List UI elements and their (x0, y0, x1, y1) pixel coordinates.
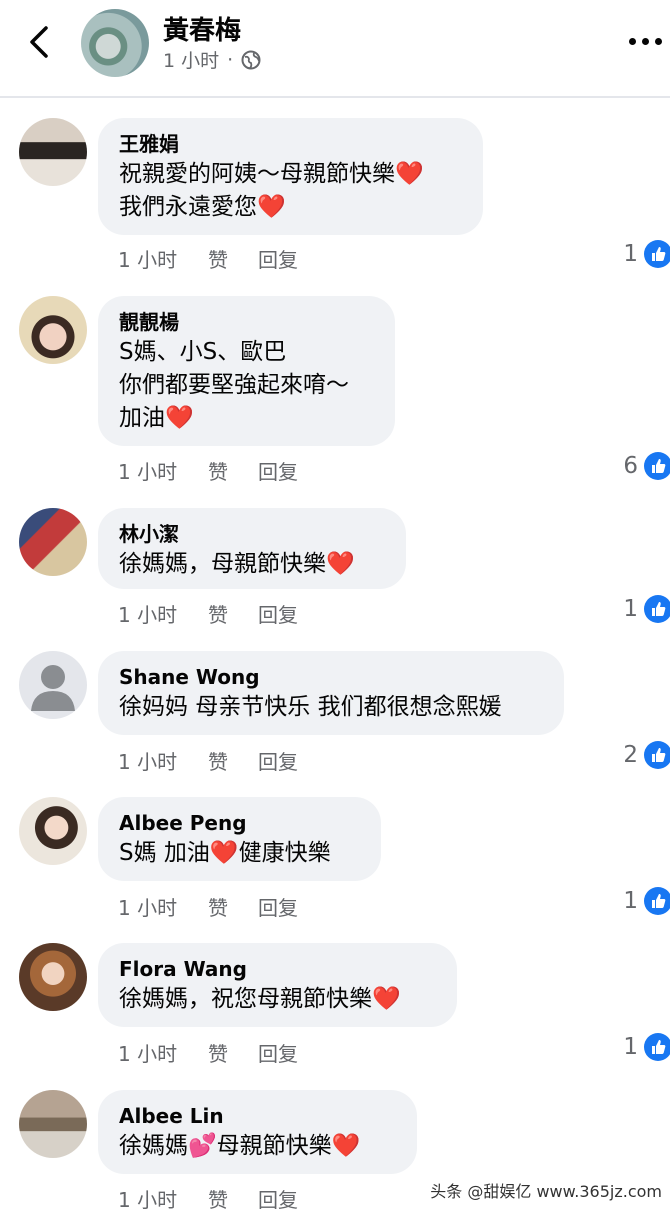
like-button[interactable]: 赞 (208, 1184, 258, 1213)
comment-author[interactable]: 靚靚楊 (119, 308, 374, 336)
reaction-count[interactable]: 1 (623, 595, 670, 623)
reply-button[interactable]: 回复 (258, 1038, 298, 1067)
comment-author[interactable]: Flora Wang (119, 955, 436, 983)
avatar[interactable] (19, 1090, 87, 1158)
comment-actions: 1 小时 赞 回复 (118, 892, 298, 921)
comment-bubble: Albee Lin 徐媽媽💕母親節快樂❤️ (98, 1090, 417, 1174)
reaction-number: 1 (623, 241, 638, 267)
comment-text: 徐媽媽，祝您母親節快樂 (119, 986, 372, 1012)
heart-icon: ❤️ (326, 551, 355, 577)
comment-text: 母親節快樂 (216, 1133, 332, 1159)
thumbs-up-icon (644, 1033, 670, 1061)
thumbs-up-icon (644, 741, 670, 769)
heart-icon: ❤️ (165, 405, 194, 431)
reply-button[interactable]: 回复 (258, 1184, 298, 1213)
avatar[interactable] (19, 797, 87, 865)
like-button[interactable]: 赞 (208, 1038, 258, 1067)
separator: · (227, 48, 234, 71)
reaction-number: 6 (623, 453, 638, 479)
comment-time: 1 小时 (118, 896, 178, 920)
comment-text: 健康快樂 (238, 840, 331, 866)
comment-actions: 1 小时 赞 回复 (118, 456, 298, 485)
avatar[interactable] (19, 651, 87, 719)
thumbs-up-icon (644, 240, 670, 268)
thumbs-up-icon (644, 887, 670, 915)
comment-time: 1 小时 (118, 750, 178, 774)
reaction-number: 1 (623, 888, 638, 914)
reaction-count[interactable]: 2 (623, 741, 670, 769)
post-header: 黃春梅 1 小时 · (0, 0, 670, 98)
post-meta: 1 小时 · (163, 46, 261, 73)
reaction-count[interactable]: 1 (623, 1033, 670, 1061)
comment-text: 加油 (119, 405, 165, 431)
hearts-icon: 💕 (188, 1133, 217, 1159)
heart-icon: ❤️ (331, 1133, 361, 1159)
reaction-count[interactable]: 1 (623, 240, 670, 268)
thumbs-up-icon (644, 452, 670, 480)
like-button[interactable]: 赞 (208, 244, 258, 273)
comment-actions: 1 小时 赞 回复 (118, 746, 298, 775)
globe-icon (241, 50, 261, 69)
avatar[interactable] (19, 296, 87, 364)
comment-text: 徐媽媽 (119, 1133, 188, 1159)
comment-bubble: Albee Peng S媽 加油❤️健康快樂 (98, 797, 381, 881)
comment-author[interactable]: Shane Wong (119, 663, 543, 691)
reply-button[interactable]: 回复 (258, 599, 298, 628)
comment-bubble: Shane Wong 徐妈妈 母亲节快乐 我们都很想念熙媛 (98, 651, 564, 735)
comment-time: 1 小时 (118, 460, 178, 484)
comment-author[interactable]: Albee Lin (119, 1102, 396, 1130)
avatar[interactable] (19, 118, 87, 186)
reaction-count[interactable]: 6 (623, 452, 670, 480)
comment-text: 祝親愛的阿姨～母親節快樂 (119, 161, 395, 187)
comment-text: S媽 加油 (119, 840, 210, 866)
watermark: 头条 @甜娱亿 www.365jz.com (426, 1177, 666, 1203)
thumbs-up-icon (644, 595, 670, 623)
comment-actions: 1 小时 赞 回复 (118, 1038, 298, 1067)
like-button[interactable]: 赞 (208, 746, 258, 775)
comment-bubble: 王雅娟 祝親愛的阿姨～母親節快樂❤️ 我們永遠愛您❤️ (98, 118, 483, 235)
avatar[interactable] (19, 943, 87, 1011)
page-title[interactable]: 黃春梅 (163, 10, 241, 47)
comment-time: 1 小时 (118, 1188, 178, 1212)
more-icon[interactable] (629, 38, 662, 45)
reaction-count[interactable]: 1 (623, 887, 670, 915)
comment-time: 1 小时 (118, 248, 178, 272)
heart-icon: ❤️ (257, 194, 286, 220)
like-button[interactable]: 赞 (208, 456, 258, 485)
comment-author[interactable]: 王雅娟 (119, 130, 462, 158)
comment-actions: 1 小时 赞 回复 (118, 1184, 298, 1213)
default-avatar-icon (31, 665, 75, 711)
reply-button[interactable]: 回复 (258, 244, 298, 273)
comment-text: 徐媽媽，母親節快樂 (119, 551, 326, 577)
comment-actions: 1 小时 赞 回复 (118, 599, 298, 628)
reaction-number: 2 (623, 742, 638, 768)
comment-bubble: Flora Wang 徐媽媽，祝您母親節快樂❤️ (98, 943, 457, 1027)
reaction-number: 1 (623, 1034, 638, 1060)
avatar[interactable] (19, 508, 87, 576)
comment-text: S媽、小S、歐巴 (119, 339, 287, 365)
post-time: 1 小时 (163, 50, 220, 72)
comment-text: 你們都要堅強起來唷～ (119, 372, 349, 398)
like-button[interactable]: 赞 (208, 599, 258, 628)
comment-time: 1 小时 (118, 1042, 178, 1066)
comment-text: 徐妈妈 母亲节快乐 我们都很想念熙媛 (119, 694, 502, 720)
back-icon[interactable] (26, 22, 56, 62)
comment-bubble: 林小潔 徐媽媽，母親節快樂❤️ (98, 508, 406, 589)
heart-icon: ❤️ (209, 840, 239, 866)
reply-button[interactable]: 回复 (258, 456, 298, 485)
comment-time: 1 小时 (118, 603, 178, 627)
avatar[interactable] (81, 9, 149, 77)
reply-button[interactable]: 回复 (258, 746, 298, 775)
heart-icon: ❤️ (395, 161, 424, 187)
comment-actions: 1 小时 赞 回复 (118, 244, 298, 273)
reply-button[interactable]: 回复 (258, 892, 298, 921)
comment-author[interactable]: 林小潔 (119, 520, 385, 548)
heart-icon: ❤️ (372, 986, 401, 1012)
comment-bubble: 靚靚楊 S媽、小S、歐巴 你們都要堅強起來唷～ 加油❤️ (98, 296, 395, 446)
comment-author[interactable]: Albee Peng (119, 809, 360, 837)
reaction-number: 1 (623, 596, 638, 622)
like-button[interactable]: 赞 (208, 892, 258, 921)
comment-text: 我們永遠愛您 (119, 194, 257, 220)
